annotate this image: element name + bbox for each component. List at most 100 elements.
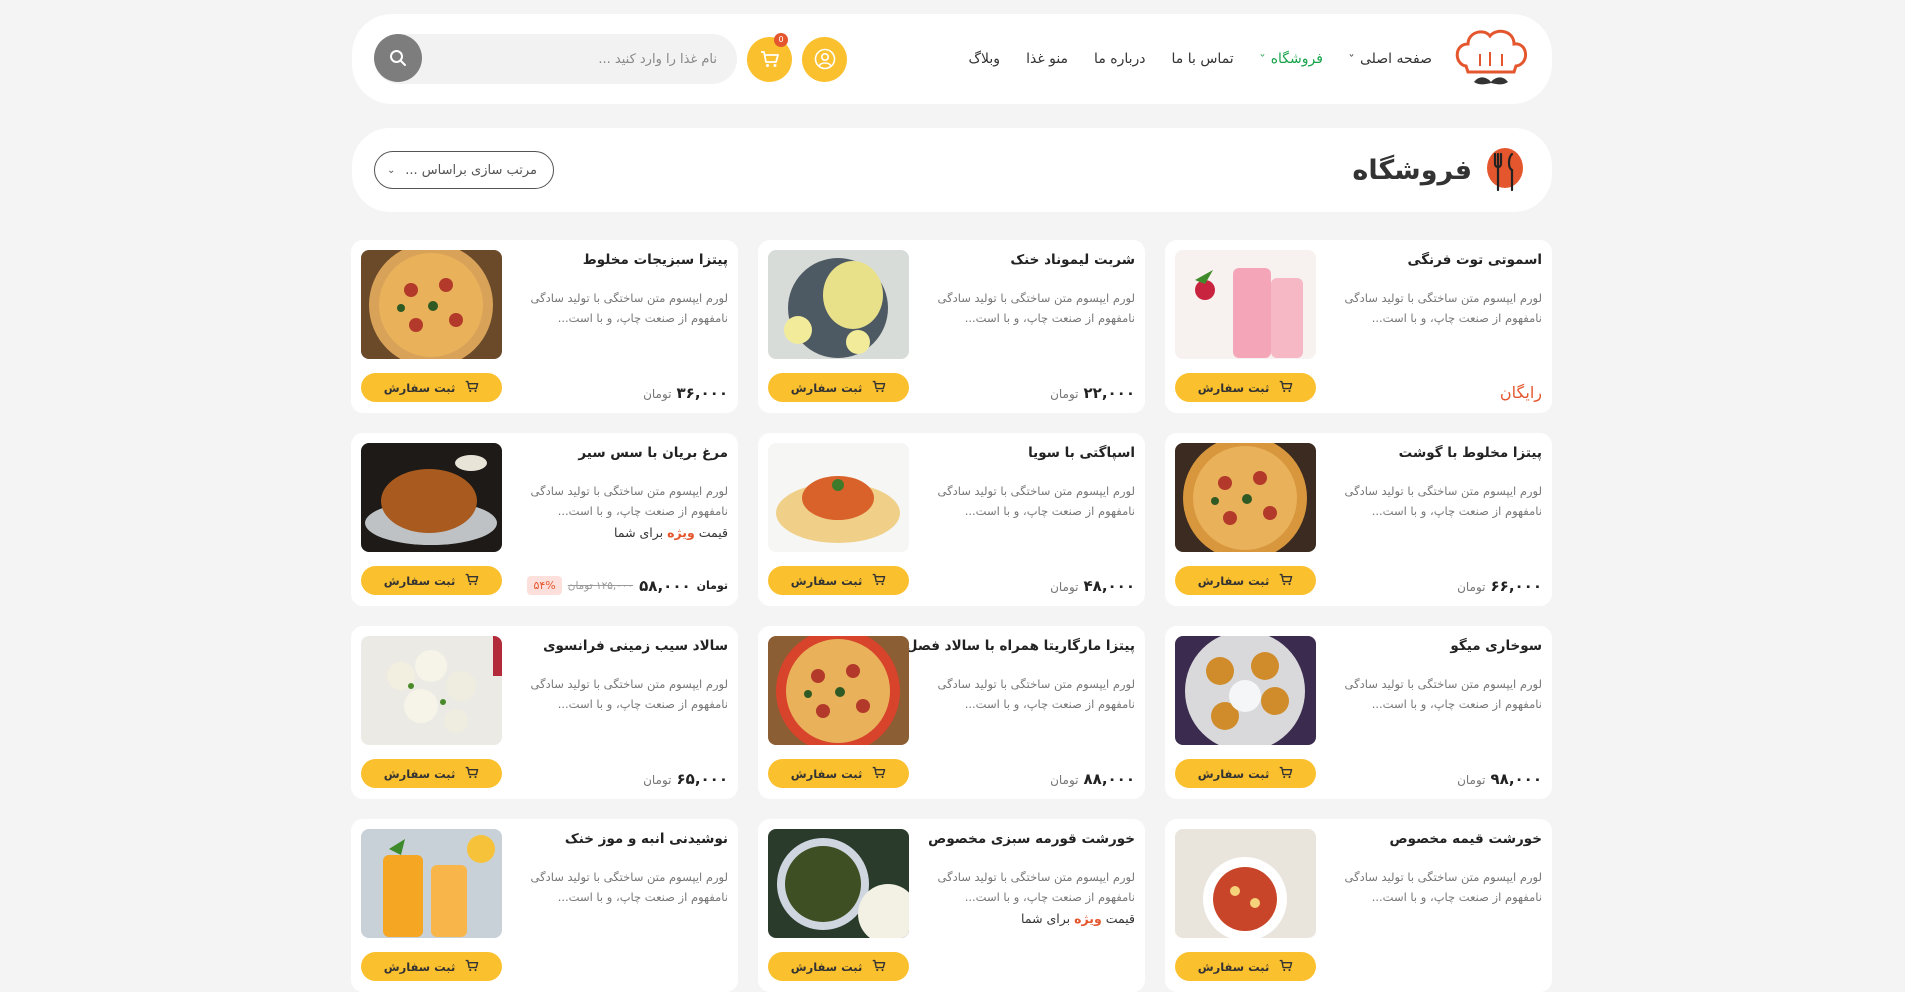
product-title[interactable]: پیتزا مارگاریتا همراه با سالاد فصل [906, 638, 1135, 654]
product-info: پیتزا مخلوط با گوشت لورم ایپسوم متن ساخت… [1322, 445, 1542, 595]
nav-item-5[interactable]: وبلاگ [969, 51, 1001, 67]
product-grid: اسموتی توت فرنگی لورم ایپسوم متن ساختگی … [351, 240, 1552, 992]
product-card[interactable]: خورشت قورمه سبزی مخصوص لورم ایپسوم متن س… [758, 819, 1145, 992]
order-button-label: ثبت سفارش [383, 766, 456, 781]
product-title[interactable]: خورشت قورمه سبزی مخصوص [915, 831, 1135, 847]
order-button[interactable]: ثبت سفارش [1175, 373, 1316, 402]
discount-badge: ۵۴% [527, 576, 562, 595]
product-info: مرغ بریان با سس سیر لورم ایپسوم متن ساخت… [508, 445, 728, 595]
product-card[interactable]: پیتزا سبزیجات مخلوط لورم ایپسوم متن ساخت… [351, 240, 738, 413]
nav-item-0[interactable]: صفحه اصلی ˅ [1348, 51, 1432, 67]
order-button[interactable]: ثبت سفارش [361, 373, 502, 402]
special-price-label: قیمت ویژه برای شما [508, 525, 728, 540]
product-description: لورم ایپسوم متن ساختگی با تولید سادگی نا… [937, 870, 1135, 904]
product-media: ثبت سفارش [768, 443, 909, 595]
nav-item-label: فروشگاه [1270, 51, 1323, 67]
order-button[interactable]: ثبت سفارش [768, 566, 909, 595]
price-unit: تومان [1050, 387, 1079, 401]
product-title[interactable]: نوشیدنی انبه و موز خنک [508, 831, 728, 847]
price-row: ۹۸,۰۰۰ تومان [1457, 770, 1542, 788]
order-button-label: ثبت سفارش [1197, 573, 1270, 588]
special-post-text: برای شما [614, 525, 664, 540]
order-button[interactable]: ثبت سفارش [361, 759, 502, 788]
sort-dropdown[interactable]: مرتب سازی براساس ... ⌄ [374, 151, 554, 189]
product-image[interactable] [1175, 829, 1316, 938]
nav-item-1[interactable]: فروشگاه ˅ [1259, 51, 1323, 67]
product-info: پیتزا مارگاریتا همراه با سالاد فصل لورم … [906, 638, 1135, 788]
special-highlight-text: ویژه [667, 525, 695, 540]
cart-button[interactable]: 0 [747, 32, 792, 82]
order-button[interactable]: ثبت سفارش [768, 759, 909, 788]
product-media: ثبت سفارش [768, 250, 909, 402]
product-image[interactable] [361, 636, 502, 745]
order-button-label: ثبت سفارش [1197, 959, 1270, 974]
special-price-label: قیمت ویژه برای شما [915, 911, 1135, 926]
product-title[interactable]: سالاد سیب زمینی فرانسوی [508, 638, 728, 654]
order-button[interactable]: ثبت سفارش [1175, 566, 1316, 595]
product-image[interactable] [361, 250, 502, 359]
product-image[interactable] [1175, 443, 1316, 552]
product-image[interactable] [1175, 250, 1316, 359]
order-button[interactable]: ثبت سفارش [1175, 952, 1316, 981]
sort-label: مرتب سازی براساس ... [405, 162, 537, 178]
product-image[interactable] [768, 636, 909, 745]
chevron-down-icon: ˅ [1348, 53, 1355, 65]
product-image[interactable] [768, 829, 909, 938]
order-button[interactable]: ثبت سفارش [361, 952, 502, 981]
nav-item-2[interactable]: تماس با ما [1172, 51, 1234, 67]
product-card[interactable]: مرغ بریان با سس سیر لورم ایپسوم متن ساخت… [351, 433, 738, 606]
chef-logo-icon[interactable] [1452, 26, 1530, 92]
discount-price-row: ۵۴% ۱۲۵,۰۰۰ تومان ۵۸,۰۰۰ تومان [508, 576, 728, 595]
product-image[interactable] [768, 250, 909, 359]
search-input[interactable] [374, 34, 737, 84]
order-button-label: ثبت سفارش [383, 573, 456, 588]
price-row: ۶۵,۰۰۰ تومان [643, 770, 728, 788]
price-unit: تومان [1050, 773, 1079, 787]
product-description: لورم ایپسوم متن ساختگی با تولید سادگی نا… [937, 291, 1135, 325]
product-description: لورم ایپسوم متن ساختگی با تولید سادگی نا… [1344, 677, 1542, 711]
special-highlight-text: ویژه [1074, 911, 1102, 926]
price-value: ۲۲,۰۰۰ [1083, 384, 1135, 402]
product-title[interactable]: پیتزا سبزیجات مخلوط [508, 252, 728, 268]
product-media: ثبت سفارش [361, 443, 502, 595]
product-image[interactable] [1175, 636, 1316, 745]
price-row: ۴۸,۰۰۰ تومان [1050, 577, 1135, 595]
product-image[interactable] [361, 829, 502, 938]
product-card[interactable]: پیتزا مخلوط با گوشت لورم ایپسوم متن ساخت… [1165, 433, 1552, 606]
product-title[interactable]: اسپاگتی با سویا [915, 445, 1135, 461]
product-card[interactable]: سوخاری میگو لورم ایپسوم متن ساختگی با تو… [1165, 626, 1552, 799]
product-card[interactable]: اسپاگتی با سویا لورم ایپسوم متن ساختگی ب… [758, 433, 1145, 606]
cart-icon [1279, 573, 1293, 589]
order-button[interactable]: ثبت سفارش [768, 952, 909, 981]
page-title-bar: فروشگاه مرتب سازی براساس ... ⌄ [352, 128, 1552, 212]
product-card[interactable]: خورشت قیمه مخصوص لورم ایپسوم متن ساختگی … [1165, 819, 1552, 992]
order-button[interactable]: ثبت سفارش [361, 566, 502, 595]
nav-item-4[interactable]: منو غذا [1026, 51, 1068, 67]
order-button[interactable]: ثبت سفارش [768, 373, 909, 402]
product-card[interactable]: پیتزا مارگاریتا همراه با سالاد فصل لورم … [758, 626, 1145, 799]
old-price: ۱۲۵,۰۰۰ تومان [567, 579, 634, 592]
product-card[interactable]: اسموتی توت فرنگی لورم ایپسوم متن ساختگی … [1165, 240, 1552, 413]
nav-item-3[interactable]: درباره ما [1094, 51, 1145, 67]
product-title[interactable]: شربت لیموناد خنک [915, 252, 1135, 268]
search-button[interactable] [374, 34, 422, 82]
product-card[interactable]: سالاد سیب زمینی فرانسوی لورم ایپسوم متن … [351, 626, 738, 799]
product-info: اسموتی توت فرنگی لورم ایپسوم متن ساختگی … [1322, 252, 1542, 402]
order-button[interactable]: ثبت سفارش [1175, 759, 1316, 788]
product-description: لورم ایپسوم متن ساختگی با تولید سادگی نا… [530, 870, 728, 904]
price-value: ۳۶,۰۰۰ [676, 384, 728, 402]
new-price: ۵۸,۰۰۰ [639, 576, 691, 595]
product-description: لورم ایپسوم متن ساختگی با تولید سادگی نا… [937, 484, 1135, 518]
product-image[interactable] [361, 443, 502, 552]
user-account-button[interactable] [802, 36, 847, 82]
cart-icon [872, 573, 886, 589]
product-title[interactable]: مرغ بریان با سس سیر [508, 445, 728, 461]
product-title[interactable]: سوخاری میگو [1322, 638, 1542, 654]
product-title[interactable]: خورشت قیمه مخصوص [1322, 831, 1542, 847]
product-card[interactable]: شربت لیموناد خنک لورم ایپسوم متن ساختگی … [758, 240, 1145, 413]
product-title[interactable]: اسموتی توت فرنگی [1322, 252, 1542, 268]
product-card[interactable]: نوشیدنی انبه و موز خنک لورم ایپسوم متن س… [351, 819, 738, 992]
product-title[interactable]: پیتزا مخلوط با گوشت [1322, 445, 1542, 461]
price-row: ۲۲,۰۰۰ تومان [1050, 384, 1135, 402]
product-image[interactable] [768, 443, 909, 552]
